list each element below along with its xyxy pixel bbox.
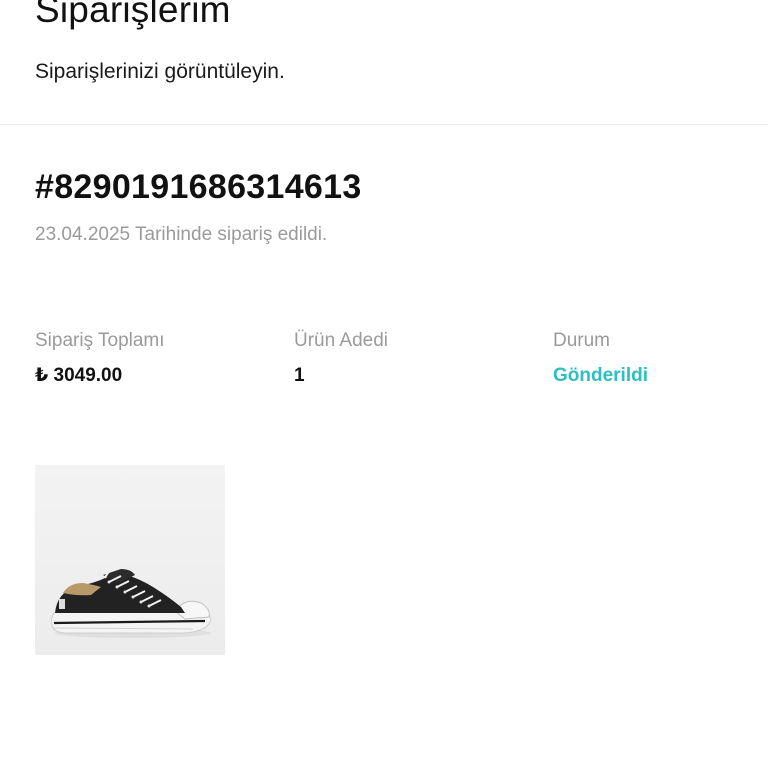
sneaker-image: [51, 566, 212, 638]
item-count-stat: Ürün Adedi 1: [294, 328, 388, 389]
product-thumbnail[interactable]: [35, 465, 225, 655]
order-total-stat: Sipariş Toplamı ₺ 3049.00: [35, 328, 165, 389]
item-count-value: 1: [294, 365, 305, 386]
order-date: 23.04.2025 Tarihinde sipariş edildi.: [35, 224, 328, 245]
page-subtitle: Siparişlerinizi görüntüleyin.: [35, 60, 285, 83]
order-status-value: Gönderildi: [553, 365, 648, 386]
page-header: Siparişlerim Siparişlerinizi görüntüleyi…: [0, 0, 768, 125]
item-count-label: Ürün Adedi: [294, 330, 389, 351]
order-status-label: Durum: [553, 330, 611, 351]
order-number[interactable]: #8290191686314613: [35, 167, 362, 207]
order-status-stat: Durum Gönderildi: [553, 328, 648, 389]
page-title: Siparişlerim: [35, 0, 231, 30]
orders-page: Siparişlerim Siparişlerinizi görüntüleyi…: [0, 0, 768, 768]
order-total-value: ₺ 3049.00: [35, 365, 123, 386]
order-total-label: Sipariş Toplamı: [35, 330, 165, 351]
